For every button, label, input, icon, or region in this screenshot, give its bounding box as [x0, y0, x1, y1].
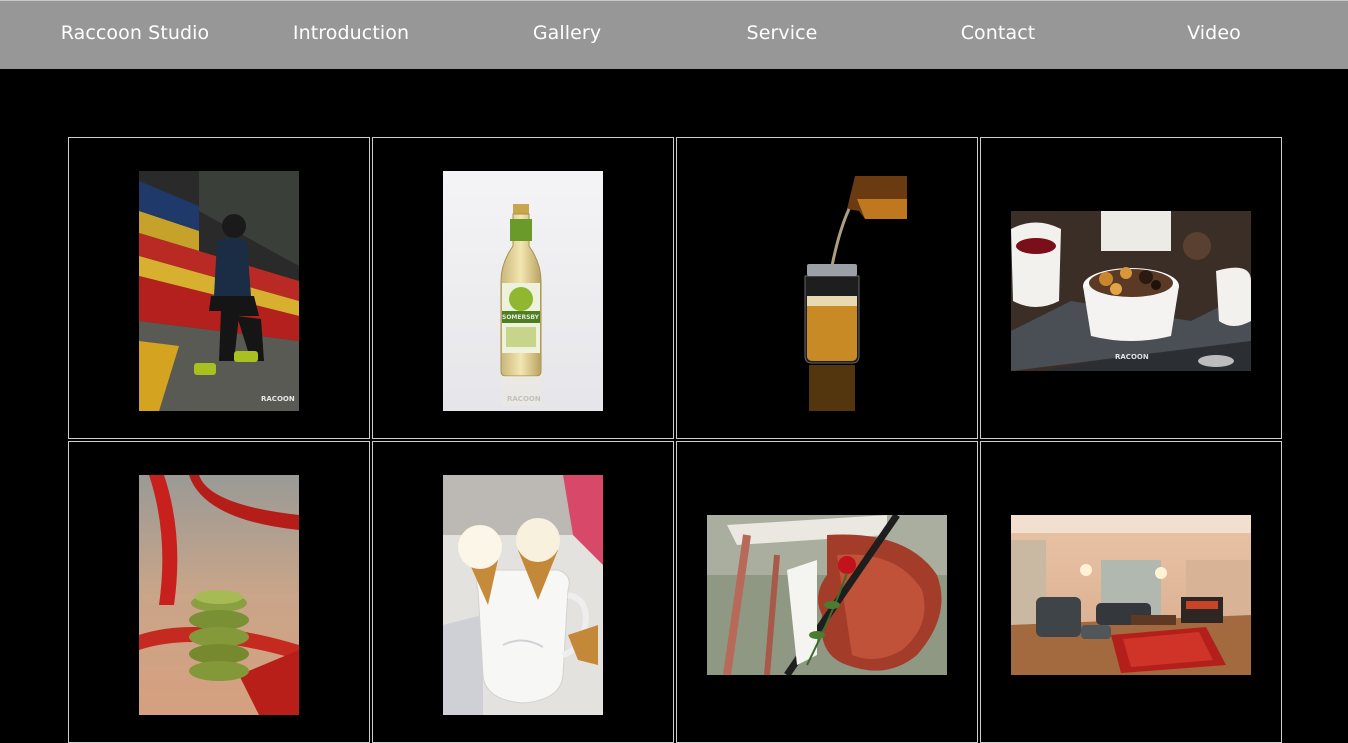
- gallery-item-violin[interactable]: [676, 441, 978, 743]
- nav-contact[interactable]: Contact: [890, 22, 1106, 44]
- photo-cider-bottle: SOMERSBY RACOON: [443, 171, 603, 411]
- photo-gallery-grid: RACOON SOMERSBY RACOON RACOON: [68, 137, 1282, 743]
- top-navbar: Raccoon Studio Introduction Gallery Serv…: [0, 0, 1348, 69]
- nav-raccoon-studio[interactable]: Raccoon Studio: [27, 22, 243, 44]
- watermark-logo: RACOON: [261, 395, 295, 403]
- photo-ice-cream-pitcher: [443, 475, 603, 715]
- bottle-label-text: SOMERSBY: [502, 314, 540, 321]
- gallery-item-ice-cream[interactable]: [372, 441, 674, 743]
- nav-gallery[interactable]: Gallery: [459, 22, 675, 44]
- nav-introduction[interactable]: Introduction: [243, 22, 459, 44]
- photo-pouring-drink: [747, 171, 907, 411]
- gallery-item-pouring-drink[interactable]: [676, 137, 978, 439]
- gallery-item-dessert[interactable]: RACOON: [980, 137, 1282, 439]
- gallery-item-cider-bottle[interactable]: SOMERSBY RACOON: [372, 137, 674, 439]
- photo-green-cookies: [139, 475, 299, 715]
- nav-video[interactable]: Video: [1106, 22, 1322, 44]
- photo-violin-rose: [707, 515, 947, 675]
- watermark-logo: RACOON: [507, 395, 541, 403]
- photo-hotel-lounge: [1011, 515, 1251, 675]
- photo-dessert-ramekin: RACOON: [1011, 211, 1251, 371]
- watermark-logo: RACOON: [1115, 353, 1149, 361]
- photo-person-on-steps: RACOON: [139, 171, 299, 411]
- nav-service[interactable]: Service: [674, 22, 890, 44]
- gallery-item-cookies[interactable]: [68, 441, 370, 743]
- gallery-item-hotel-room[interactable]: [980, 441, 1282, 743]
- gallery-item-person-steps[interactable]: RACOON: [68, 137, 370, 439]
